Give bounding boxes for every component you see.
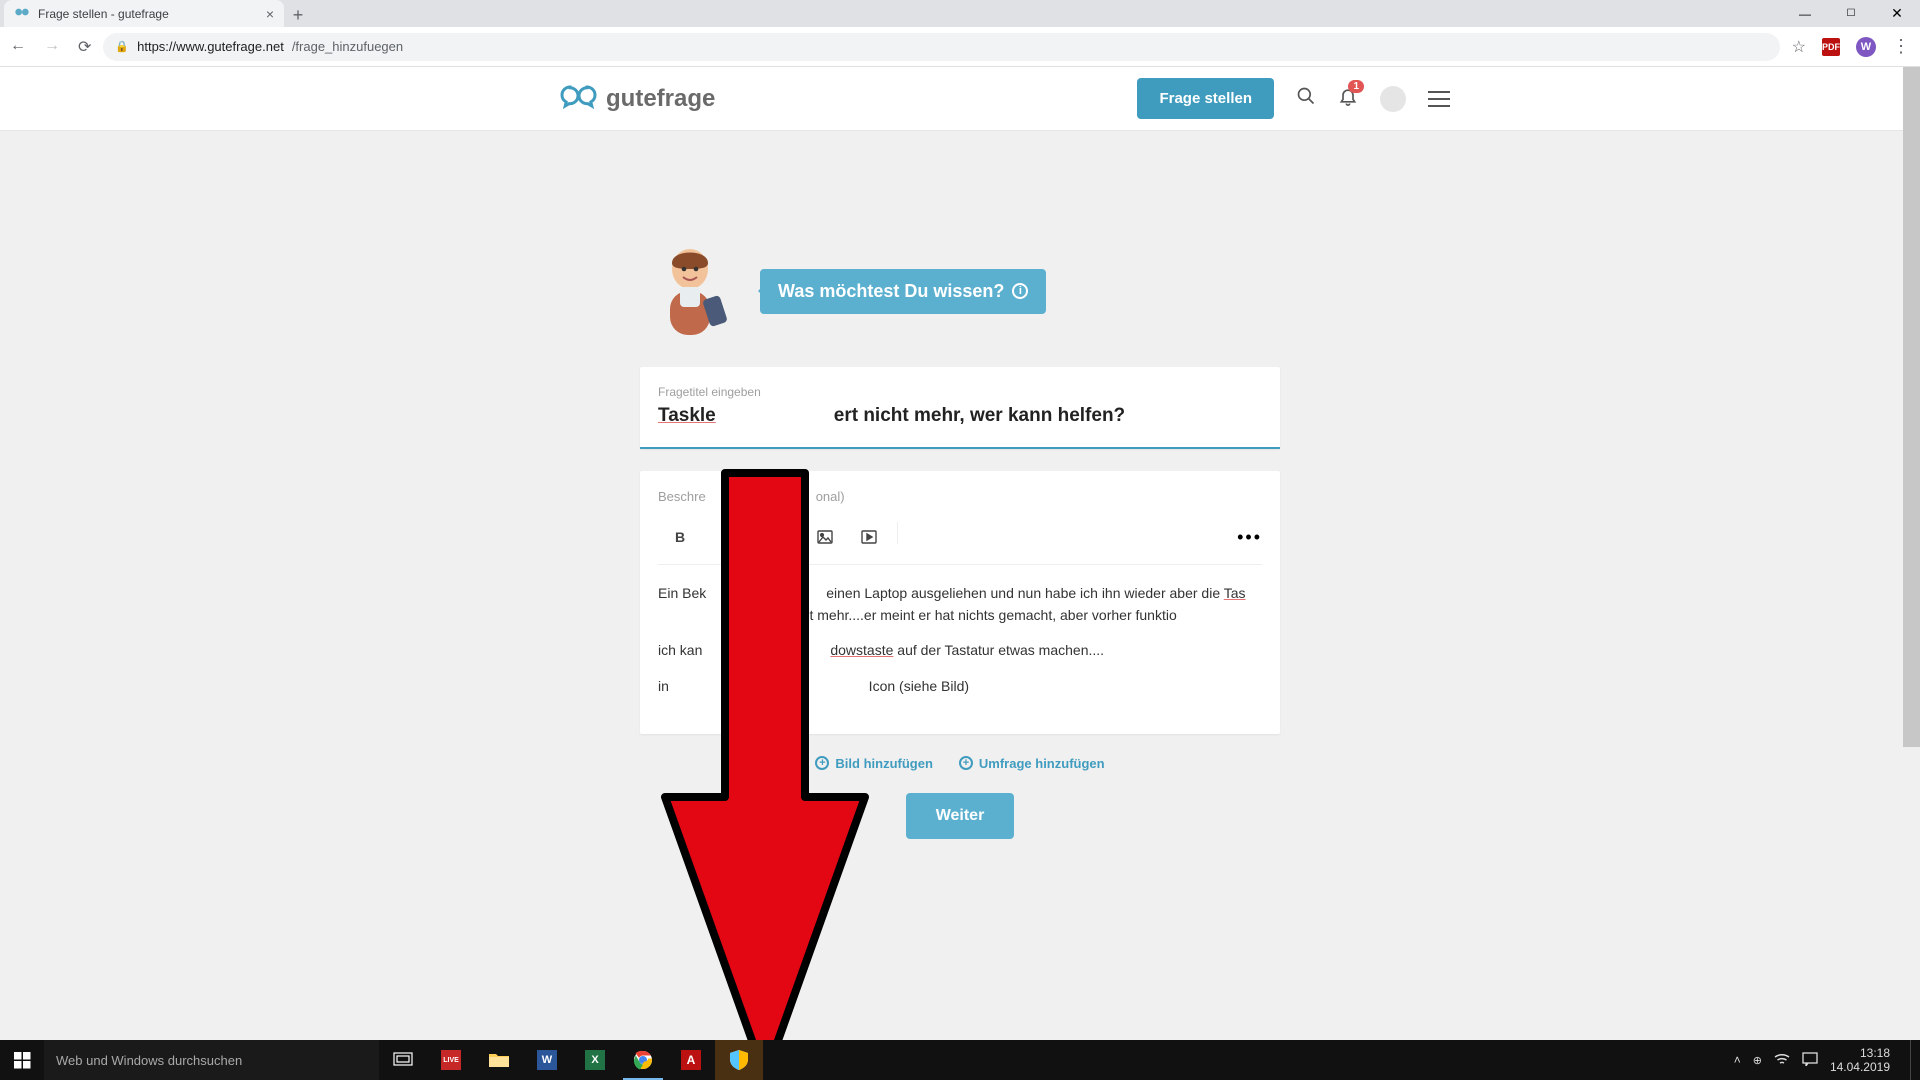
page-scrollbar[interactable]: [1903, 67, 1920, 1040]
tab-close-icon[interactable]: ×: [266, 6, 274, 22]
window-maximize-icon[interactable]: ☐: [1828, 0, 1874, 27]
video-button[interactable]: [847, 522, 891, 552]
task-view-icon[interactable]: [379, 1040, 427, 1080]
attachments-row: +Bild hinzufügen +Umfrage hinzufügen: [640, 756, 1280, 771]
editor-toolbar: B •••: [658, 518, 1262, 565]
window-close-icon[interactable]: ✕: [1874, 0, 1920, 27]
browser-menu-icon[interactable]: ⋮: [1892, 36, 1910, 57]
browser-toolbar: ← → ⟳ 🔒 https://www.gutefrage.net/frage_…: [0, 27, 1920, 67]
nav-back-icon[interactable]: ←: [10, 37, 26, 57]
security-shield-icon[interactable]: [715, 1040, 763, 1080]
lock-icon: 🔒: [115, 40, 129, 53]
file-explorer-icon[interactable]: [475, 1040, 523, 1080]
start-button[interactable]: [0, 1040, 44, 1080]
notification-badge: 1: [1348, 80, 1364, 93]
tab-title: Frage stellen - gutefrage: [38, 7, 258, 21]
question-description-card: Beschreonal) B: [640, 471, 1280, 734]
description-textarea[interactable]: Ein Bekeinen Laptop ausgeliehen und nun …: [658, 583, 1262, 698]
title-field-label: Fragetitel eingeben: [658, 385, 1262, 399]
windows-taskbar: Web und Windows durchsuchen LIVE W X A ˄…: [0, 1040, 1920, 1080]
notifications-icon[interactable]: 1: [1338, 86, 1358, 111]
profile-avatar[interactable]: W: [1856, 37, 1876, 57]
chrome-icon[interactable]: [619, 1040, 667, 1080]
nav-reload-icon[interactable]: ⟳: [78, 37, 91, 57]
tray-wifi-icon[interactable]: [1774, 1053, 1790, 1068]
taskbar-app-1[interactable]: LIVE: [427, 1040, 475, 1080]
word-icon[interactable]: W: [523, 1040, 571, 1080]
tray-location-icon[interactable]: ⊕: [1753, 1054, 1762, 1067]
info-icon[interactable]: i: [1012, 283, 1028, 299]
page-viewport: gutefrage Frage stellen 1: [0, 67, 1920, 1040]
mascot-illustration: [650, 241, 738, 341]
prompt-bubble: Was möchtest Du wissen? i: [760, 269, 1046, 314]
image-button[interactable]: [803, 522, 847, 552]
taskbar-search[interactable]: Web und Windows durchsuchen: [44, 1040, 379, 1080]
window-minimize-icon[interactable]: —: [1782, 0, 1828, 27]
excel-icon[interactable]: X: [571, 1040, 619, 1080]
show-desktop-button[interactable]: [1910, 1040, 1916, 1080]
more-formatting-icon[interactable]: •••: [1237, 527, 1262, 548]
add-image-link[interactable]: +Bild hinzufügen: [815, 756, 932, 771]
tab-favicon: [14, 6, 30, 22]
user-avatar[interactable]: [1380, 86, 1406, 112]
new-tab-button[interactable]: +: [284, 3, 312, 27]
nav-forward-icon[interactable]: →: [44, 37, 60, 57]
tray-chevron-icon[interactable]: ˄: [1734, 1053, 1741, 1067]
bold-button[interactable]: B: [658, 522, 702, 552]
ask-question-button[interactable]: Frage stellen: [1137, 78, 1274, 119]
logo-text: gutefrage: [606, 85, 715, 113]
address-bar[interactable]: 🔒 https://www.gutefrage.net/frage_hinzuf…: [103, 33, 1779, 61]
tray-clock[interactable]: 13:18 14.04.2019: [1830, 1046, 1890, 1075]
acrobat-icon[interactable]: A: [667, 1040, 715, 1080]
search-icon[interactable]: [1296, 86, 1316, 111]
browser-tabstrip: Frage stellen - gutefrage × + — ☐ ✕: [0, 0, 1920, 27]
url-host: https://www.gutefrage.net: [137, 39, 284, 54]
pdf-extension-icon[interactable]: PDF: [1822, 38, 1840, 56]
question-title-input[interactable]: Taskleert nicht mehr, wer kann helfen?: [658, 405, 1262, 427]
site-header: gutefrage Frage stellen 1: [0, 67, 1920, 131]
url-path: /frage_hinzufuegen: [292, 39, 403, 54]
tray-action-center-icon[interactable]: [1802, 1052, 1818, 1069]
prompt-text: Was möchtest Du wissen?: [778, 281, 1004, 302]
bookmark-star-icon[interactable]: ☆: [1792, 37, 1806, 57]
question-title-card: Fragetitel eingeben Taskleert nicht mehr…: [640, 367, 1280, 449]
menu-icon[interactable]: [1428, 91, 1450, 107]
next-button[interactable]: Weiter: [906, 793, 1015, 839]
add-poll-link[interactable]: +Umfrage hinzufügen: [959, 756, 1105, 771]
description-field-label: Beschreonal): [658, 489, 1262, 504]
browser-tab[interactable]: Frage stellen - gutefrage ×: [4, 0, 284, 27]
site-logo[interactable]: gutefrage: [560, 85, 715, 113]
